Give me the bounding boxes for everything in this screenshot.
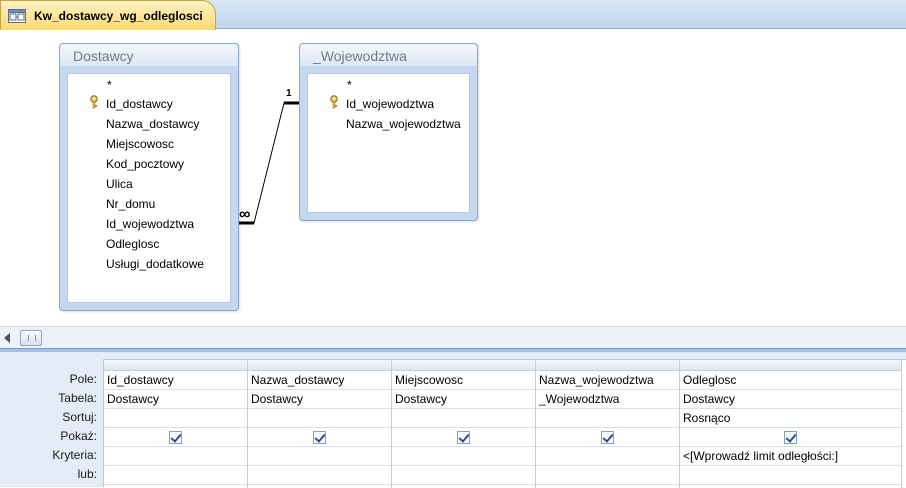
grid-column[interactable]: Nazwa_wojewodztwa _Wojewodztwa: [536, 360, 680, 488]
field-item[interactable]: Nazwa_wojewodztwa: [346, 117, 461, 131]
field-item[interactable]: Id_dostawcy: [106, 97, 173, 111]
grid-sort-cell[interactable]: Rosnąco: [680, 409, 901, 428]
query-icon: [8, 8, 26, 23]
document-tab-strip: Kw_dostawcy_wg_odleglosci: [0, 0, 906, 30]
grid-table-cell[interactable]: Dostawcy: [248, 390, 391, 409]
field-item[interactable]: Miejscowosc: [106, 137, 174, 151]
column-selector[interactable]: [248, 360, 391, 371]
row-label-sort: Sortuj:: [62, 410, 97, 424]
row-label-criteria: Kryteria:: [52, 448, 97, 462]
table-title[interactable]: _Wojewodztwa: [300, 44, 477, 66]
field-item[interactable]: Id_wojewodztwa: [346, 97, 434, 111]
grid-table-cell[interactable]: _Wojewodztwa: [536, 390, 679, 409]
row-label-show: Pokaż:: [60, 429, 97, 443]
show-checkbox[interactable]: [601, 431, 614, 444]
grid-criteria-cell[interactable]: [392, 447, 535, 466]
field-item[interactable]: *: [107, 78, 112, 92]
table-window-wojewodztwa[interactable]: _Wojewodztwa * Id_wojewodztwa Nazwa_woje…: [299, 43, 478, 221]
show-checkbox[interactable]: [313, 431, 326, 444]
grid-or-cell[interactable]: [392, 466, 535, 485]
relationship-many-label: ∞: [239, 206, 251, 223]
grid-field-cell[interactable]: Id_dostawcy: [104, 371, 247, 390]
grid-field-cell[interactable]: Odleglosc: [680, 371, 901, 390]
field-item[interactable]: Nazwa_dostawcy: [106, 117, 199, 131]
field-item[interactable]: Kod_pocztowy: [106, 157, 184, 171]
grid-sort-cell[interactable]: [392, 409, 535, 428]
design-pane-scrollbar[interactable]: [0, 326, 906, 348]
row-label-or: lub:: [77, 467, 97, 481]
column-selector[interactable]: [680, 360, 901, 371]
grid-criteria-cell[interactable]: [104, 447, 247, 466]
grid-criteria-cell[interactable]: [536, 447, 679, 466]
grid-sort-cell[interactable]: [248, 409, 391, 428]
show-checkbox[interactable]: [457, 431, 470, 444]
grid-show-cell: [248, 428, 391, 447]
grid-row-labels: Pole: Tabela: Sortuj: Pokaż: Kryteria: l…: [0, 370, 103, 484]
grid-table-cell[interactable]: Dostawcy: [104, 390, 247, 409]
field-item[interactable]: *: [347, 78, 352, 92]
grid-field-cell[interactable]: Nazwa_wojewodztwa: [536, 371, 679, 390]
grid-or-cell[interactable]: [104, 466, 247, 485]
table-title[interactable]: Dostawcy: [60, 44, 238, 66]
grid-show-cell: [392, 428, 535, 447]
grid-or-cell[interactable]: [680, 466, 901, 485]
column-selector[interactable]: [104, 360, 247, 371]
grid-column[interactable]: Odleglosc Dostawcy Rosnąco <[Wprowadź li…: [680, 360, 902, 488]
query-tab-label: Kw_dostawcy_wg_odleglosci: [34, 8, 203, 23]
field-item[interactable]: Odleglosc: [106, 237, 159, 251]
grid-column[interactable]: Id_dostawcy Dostawcy: [104, 360, 248, 488]
grid-criteria-cell[interactable]: [248, 447, 391, 466]
show-checkbox[interactable]: [169, 431, 182, 444]
table-window-dostawcy[interactable]: Dostawcy * Id_dostawcy Nazwa_dostawcy Mi…: [59, 43, 239, 311]
column-selector[interactable]: [536, 360, 679, 371]
field-item[interactable]: Ulica: [106, 177, 133, 191]
primary-key-icon: [329, 95, 341, 109]
grid-table-cell[interactable]: Dostawcy: [680, 390, 901, 409]
grid-or-cell[interactable]: [248, 466, 391, 485]
grid-sort-cell[interactable]: [104, 409, 247, 428]
grid-sort-cell[interactable]: [536, 409, 679, 428]
grid-column[interactable]: Nazwa_dostawcy Dostawcy: [248, 360, 392, 488]
scroll-thumb[interactable]: [20, 330, 42, 346]
relationship-one-label: 1: [286, 88, 292, 99]
primary-key-icon: [89, 95, 101, 109]
query-design-pane[interactable]: 1 ∞ Dostawcy * Id_dostawcy Nazwa_dostawc…: [0, 30, 906, 326]
field-item[interactable]: Nr_domu: [106, 197, 155, 211]
field-item[interactable]: Usługi_dodatkowe: [106, 257, 204, 271]
row-label-table: Tabela:: [58, 391, 97, 405]
grid-show-cell: [680, 428, 901, 447]
scroll-left-arrow-icon[interactable]: [4, 333, 10, 343]
query-grid-pane: Pole: Tabela: Sortuj: Pokaż: Kryteria: l…: [0, 352, 906, 488]
field-item[interactable]: Id_wojewodztwa: [106, 217, 194, 231]
grid-show-cell: [536, 428, 679, 447]
column-selector[interactable]: [392, 360, 535, 371]
grid-column[interactable]: Miejscowosc Dostawcy: [392, 360, 536, 488]
grid-table-cell[interactable]: Dostawcy: [392, 390, 535, 409]
query-tab[interactable]: Kw_dostawcy_wg_odleglosci: [0, 0, 216, 30]
grid-show-cell: [104, 428, 247, 447]
grid-field-cell[interactable]: Miejscowosc: [392, 371, 535, 390]
query-grid: Id_dostawcy Dostawcy Nazwa_dostawcy Dost…: [103, 359, 906, 488]
grid-or-cell[interactable]: [536, 466, 679, 485]
grid-field-cell[interactable]: Nazwa_dostawcy: [248, 371, 391, 390]
show-checkbox[interactable]: [784, 431, 797, 444]
field-list: [307, 73, 470, 213]
row-label-field: Pole:: [69, 372, 97, 386]
grid-criteria-cell[interactable]: <[Wprowadź limit odległości:]: [680, 447, 901, 466]
